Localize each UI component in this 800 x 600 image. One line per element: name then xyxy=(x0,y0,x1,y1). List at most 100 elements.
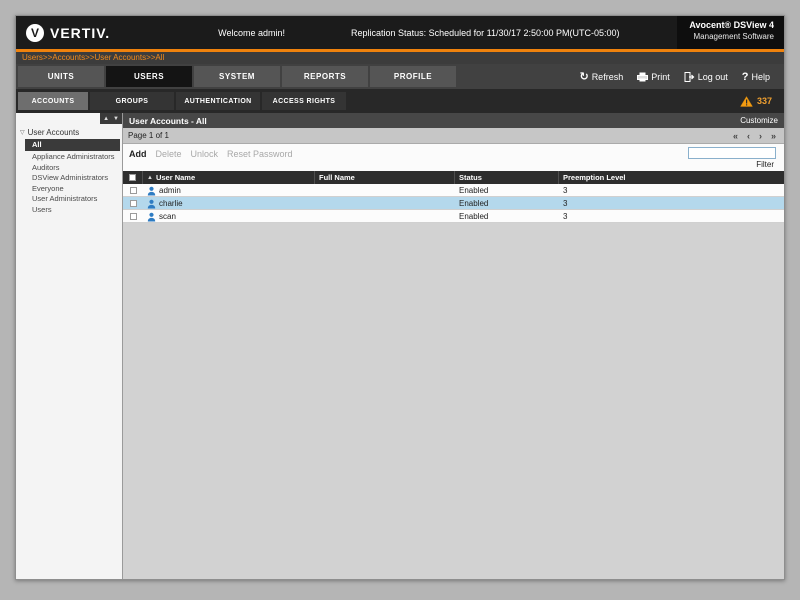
logout-button[interactable]: Log out xyxy=(684,71,728,82)
select-all-header xyxy=(123,171,143,184)
sidebar-item-user-administrators[interactable]: User Administrators xyxy=(32,194,120,205)
full-name-cell xyxy=(315,210,455,223)
subtab-access-rights[interactable]: ACCESS RIGHTS xyxy=(262,92,346,110)
tab-units[interactable]: UNITS xyxy=(18,66,104,87)
help-button[interactable]: ? Help xyxy=(742,71,770,83)
sidebar-item-appliance-administrators[interactable]: Appliance Administrators xyxy=(32,152,120,163)
next-page-icon[interactable]: › xyxy=(759,131,762,141)
status-cell: Enabled xyxy=(459,199,489,208)
status-cell: Enabled xyxy=(459,212,489,221)
preemption-level-cell: 3 xyxy=(563,212,568,221)
secondary-tab-bar: ACCOUNTS GROUPS AUTHENTICATION ACCESS RI… xyxy=(16,89,784,113)
user-name: scan xyxy=(159,212,176,221)
help-icon: ? xyxy=(741,70,749,83)
user-icon xyxy=(147,212,156,221)
content-area: ▲ ▼ ▽ User Accounts All Appliance Admini… xyxy=(16,113,784,579)
alert-indicator[interactable]: 337 xyxy=(740,95,772,107)
vertiv-logo-text: VERTIV. xyxy=(50,24,111,41)
print-icon xyxy=(637,72,649,81)
filter-block: Filter xyxy=(688,147,776,169)
tree-expander-icon[interactable]: ▽ xyxy=(20,129,25,136)
column-header-user-name[interactable]: ▲ User Name xyxy=(143,171,315,184)
user-name-cell: charlie xyxy=(143,197,315,210)
full-name-cell xyxy=(315,184,455,197)
table-header-row: ▲ User Name Full Name Status Preemption … xyxy=(123,171,784,184)
table-row[interactable]: charlie Enabled 3 xyxy=(123,197,784,210)
print-button[interactable]: Print xyxy=(637,72,670,82)
row-checkbox[interactable] xyxy=(129,213,137,220)
tree-root-label: User Accounts xyxy=(27,128,80,137)
user-name-cell: scan xyxy=(143,210,315,223)
breadcrumb: Users>>Accounts>>User Accounts>>All xyxy=(16,52,784,64)
primary-tab-bar: UNITS USERS SYSTEM REPORTS PROFILE ↻ Ref… xyxy=(16,64,784,89)
column-header-status[interactable]: Status xyxy=(455,171,559,184)
app-window: V VERTIV. Welcome admin! Replication Sta… xyxy=(15,15,785,580)
filter-button[interactable]: Filter xyxy=(756,160,776,169)
preemption-level-cell: 3 xyxy=(563,186,568,195)
add-button[interactable]: Add xyxy=(129,149,147,159)
logout-icon xyxy=(684,71,695,82)
column-header-preemption-level[interactable]: Preemption Level xyxy=(559,171,784,184)
subtab-accounts[interactable]: ACCOUNTS xyxy=(18,92,88,110)
user-name: admin xyxy=(159,186,181,195)
sidebar-item-all[interactable]: All xyxy=(25,139,120,151)
user-name-cell: admin xyxy=(143,184,315,197)
sidebar: ▲ ▼ ▽ User Accounts All Appliance Admini… xyxy=(16,113,123,579)
table-row[interactable]: admin Enabled 3 xyxy=(123,184,784,197)
subtab-groups[interactable]: GROUPS xyxy=(90,92,174,110)
logout-label: Log out xyxy=(697,71,728,82)
row-checkbox-cell xyxy=(123,210,143,223)
vertiv-logo-icon: V xyxy=(26,23,44,42)
refresh-icon: ↻ xyxy=(579,71,589,83)
select-all-checkbox[interactable] xyxy=(129,174,136,181)
replication-status: Replication Status: Scheduled for 11/30/… xyxy=(351,27,620,38)
page-info: Page 1 of 1 xyxy=(128,131,169,140)
sidebar-tree: ▽ User Accounts All Appliance Administra… xyxy=(16,124,122,218)
help-label: Help xyxy=(751,71,770,82)
row-checkbox[interactable] xyxy=(129,200,137,207)
sort-ascending-icon: ▲ xyxy=(147,174,153,181)
table-toolbar: Add Delete Unlock Reset Password Filter xyxy=(123,144,784,171)
welcome-text: Welcome admin! xyxy=(218,27,286,38)
column-header-label: User Name xyxy=(155,173,196,182)
tab-profile[interactable]: PROFILE xyxy=(370,66,456,87)
vertiv-logo: V VERTIV. xyxy=(16,23,111,42)
user-icon xyxy=(147,186,156,195)
tab-system[interactable]: SYSTEM xyxy=(194,66,280,87)
last-page-icon[interactable]: » xyxy=(771,131,776,141)
tab-users[interactable]: USERS xyxy=(106,66,192,87)
sidebar-item-auditors[interactable]: Auditors xyxy=(32,163,120,174)
row-checkbox[interactable] xyxy=(129,187,137,194)
row-checkbox-cell xyxy=(123,184,143,197)
subtab-authentication[interactable]: AUTHENTICATION xyxy=(176,92,260,110)
refresh-button[interactable]: ↻ Refresh xyxy=(579,70,623,83)
first-page-icon[interactable]: « xyxy=(733,131,738,141)
scroll-down-icon[interactable]: ▼ xyxy=(113,116,119,122)
page-title: User Accounts - All xyxy=(129,115,207,126)
tab-reports[interactable]: REPORTS xyxy=(282,66,368,87)
print-label: Print xyxy=(651,71,670,82)
warning-icon xyxy=(740,95,753,107)
action-links: Add Delete Unlock Reset Password xyxy=(129,147,293,169)
sidebar-item-everyone[interactable]: Everyone xyxy=(32,184,120,195)
column-header-full-name[interactable]: Full Name xyxy=(315,171,455,184)
preemption-level-cell: 3 xyxy=(563,199,568,208)
customize-link[interactable]: Customize xyxy=(740,116,778,125)
tree-node-user-accounts[interactable]: ▽ User Accounts xyxy=(18,127,120,139)
status-cell: Enabled xyxy=(459,186,489,195)
reset-password-button[interactable]: Reset Password xyxy=(227,149,293,159)
unlock-button[interactable]: Unlock xyxy=(191,149,219,159)
table-row[interactable]: scan Enabled 3 xyxy=(123,210,784,223)
sidebar-item-dsview-administrators[interactable]: DSView Administrators xyxy=(32,173,120,184)
delete-button[interactable]: Delete xyxy=(156,149,182,159)
user-name: charlie xyxy=(159,199,183,208)
sidebar-scroll-box: ▲ ▼ xyxy=(100,113,122,124)
sidebar-item-users[interactable]: Users xyxy=(32,205,120,216)
scroll-up-icon[interactable]: ▲ xyxy=(103,116,109,122)
main-panel: User Accounts - All Customize Page 1 of … xyxy=(123,113,784,579)
alert-count: 337 xyxy=(756,96,772,106)
product-subtitle: Management Software xyxy=(693,32,775,41)
header-bar: V VERTIV. Welcome admin! Replication Sta… xyxy=(16,16,784,49)
prev-page-icon[interactable]: ‹ xyxy=(747,131,750,141)
filter-input[interactable] xyxy=(688,147,776,159)
